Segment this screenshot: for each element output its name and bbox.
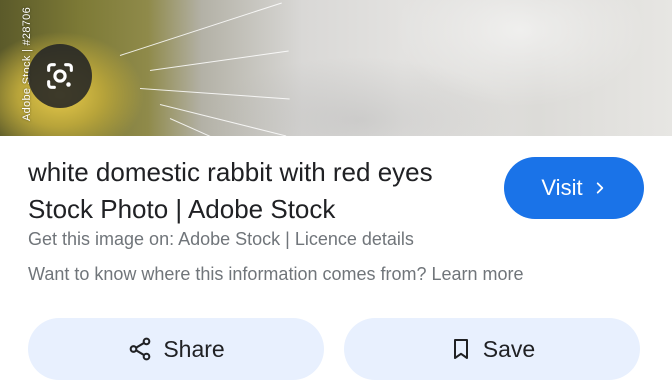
- share-button[interactable]: Share: [28, 318, 324, 380]
- result-title[interactable]: white domestic rabbit with red eyes Stoc…: [28, 154, 468, 228]
- licence-details-link[interactable]: Licence details: [295, 229, 414, 249]
- learn-more-link[interactable]: Learn more: [432, 264, 524, 284]
- info-question: Want to know where this information come…: [28, 264, 432, 284]
- visit-button[interactable]: Visit: [504, 157, 644, 219]
- source-link[interactable]: Adobe Stock: [178, 229, 280, 249]
- chevron-right-icon: [593, 181, 607, 195]
- info-line: Want to know where this information come…: [28, 264, 524, 285]
- bookmark-icon: [449, 336, 473, 362]
- save-button-label: Save: [482, 335, 536, 362]
- source-prefix: Get this image on:: [28, 229, 179, 249]
- visit-button-label: Visit: [541, 175, 583, 200]
- google-lens-icon: [47, 63, 73, 89]
- source-line: Get this image on: Adobe Stock | Licence…: [28, 229, 414, 250]
- share-button-label: Share: [163, 335, 225, 362]
- result-image[interactable]: Adobe Stock | #28706: [0, 0, 672, 136]
- share-icon: [127, 336, 153, 362]
- rabbit-fur: [200, 0, 672, 136]
- google-lens-button[interactable]: [28, 44, 92, 108]
- source-separator: |: [280, 229, 295, 249]
- save-button[interactable]: Save: [344, 318, 640, 380]
